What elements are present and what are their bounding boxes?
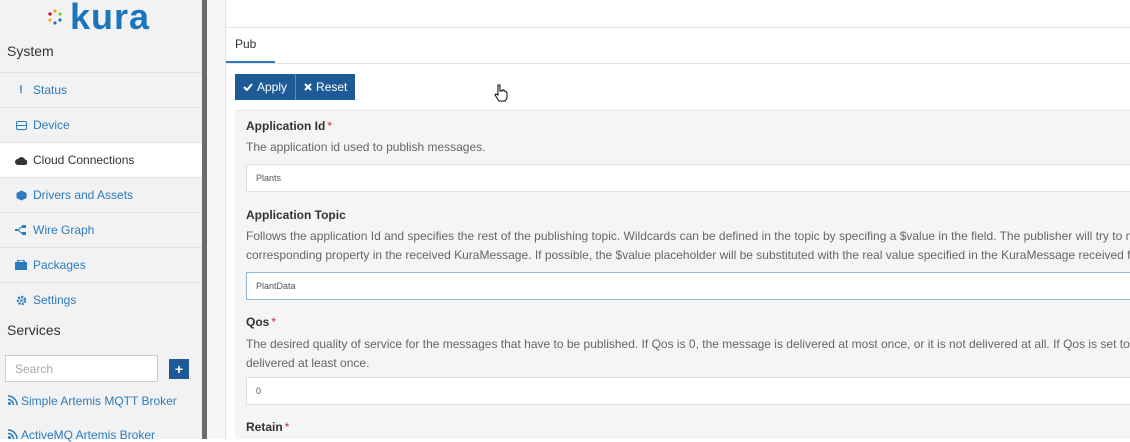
- main-panel: Pub Apply Reset Application Id * The appl…: [226, 0, 1130, 439]
- application-id-input[interactable]: Plants: [246, 164, 1130, 192]
- sidebar-item-label: Drivers and Assets: [33, 188, 134, 202]
- tab-divider: [226, 63, 1130, 64]
- add-service-button[interactable]: +: [169, 358, 189, 379]
- kura-logo: kura: [46, 0, 151, 37]
- sidebar-item-label: Settings: [33, 293, 77, 307]
- device-icon: [14, 120, 28, 130]
- top-bar: [226, 0, 1130, 28]
- sidebar-item-status[interactable]: ! Status: [0, 72, 202, 107]
- apply-button[interactable]: Apply: [235, 74, 296, 100]
- application-topic-input[interactable]: PlantData: [246, 272, 1130, 300]
- sidebar-item-label: Status: [33, 83, 68, 97]
- rss-icon: [7, 428, 18, 442]
- service-search-row: +: [5, 355, 195, 382]
- qos-input[interactable]: 0: [246, 377, 1130, 405]
- field-label-qos: Qos *: [246, 315, 276, 329]
- apply-label: Apply: [257, 80, 288, 94]
- sidebar: kura System ! Status Device Cloud Connec…: [0, 0, 202, 442]
- required-marker: *: [284, 420, 290, 434]
- field-description-line-2: delivered at least once.: [246, 356, 370, 370]
- field-label-application-id: Application Id *: [246, 119, 332, 133]
- system-section-title: System: [7, 43, 54, 59]
- packages-icon: [14, 260, 28, 270]
- drivers-icon: [14, 190, 28, 201]
- sidebar-item-wire-graph[interactable]: Wire Graph: [0, 212, 202, 247]
- gear-icon: [14, 295, 28, 306]
- field-description: Follows the application Id and specifies…: [246, 229, 1130, 243]
- services-section-title: Services: [7, 322, 61, 338]
- reset-button[interactable]: Reset: [295, 74, 356, 100]
- sidebar-item-drivers-and-assets[interactable]: Drivers and Assets: [0, 177, 202, 212]
- cloud-icon: [14, 156, 28, 165]
- sidebar-item-label: Cloud Connections: [33, 153, 135, 167]
- sidebar-item-device[interactable]: Device: [0, 107, 202, 142]
- sidebar-item-label: Device: [33, 118, 70, 132]
- sidebar-item-packages[interactable]: Packages: [0, 247, 202, 282]
- service-item-simple-artemis-mqtt-broker[interactable]: Simple Artemis MQTT Broker: [7, 394, 177, 408]
- search-input[interactable]: [5, 355, 158, 382]
- wire-graph-icon: [14, 225, 28, 235]
- field-label-text: Application Id: [246, 119, 326, 133]
- check-icon: [243, 83, 253, 91]
- required-marker: *: [327, 119, 333, 133]
- brand-name: kura: [70, 0, 151, 37]
- rss-icon: [7, 394, 18, 408]
- sidebar-item-label: Wire Graph: [33, 223, 95, 237]
- field-description: The application id used to publish messa…: [246, 140, 486, 154]
- field-label-retain: Retain *: [246, 420, 289, 434]
- tab-pub[interactable]: Pub: [235, 37, 256, 51]
- field-label-application-topic: Application Topic: [246, 208, 346, 222]
- hand-cursor-icon: [494, 84, 508, 102]
- config-form: Application Id * The application id used …: [235, 110, 1130, 439]
- field-label-text: Qos: [246, 315, 270, 329]
- required-marker: *: [271, 315, 277, 329]
- field-label-text: Application Topic: [246, 208, 346, 222]
- sidebar-item-cloud-connections[interactable]: Cloud Connections: [0, 142, 202, 177]
- sidebar-item-settings[interactable]: Settings: [0, 282, 202, 317]
- service-item-label: Simple Artemis MQTT Broker: [21, 394, 177, 408]
- exclamation-icon: !: [19, 84, 23, 96]
- field-description-line-2: corresponding property in the received K…: [246, 248, 1130, 262]
- reset-label: Reset: [316, 80, 348, 94]
- field-description: The desired quality of service for the m…: [246, 337, 1130, 351]
- system-nav: ! Status Device Cloud Connections Driver…: [0, 72, 202, 317]
- service-item-activemq-artemis-broker[interactable]: ActiveMQ Artemis Broker: [7, 428, 156, 442]
- close-icon: [304, 83, 312, 91]
- service-item-label: ActiveMQ Artemis Broker: [21, 428, 156, 442]
- action-buttons: Apply Reset: [235, 74, 356, 100]
- kura-logo-icon: [48, 9, 62, 25]
- sidebar-gutter: [207, 0, 226, 439]
- field-label-text: Retain: [246, 420, 283, 434]
- sidebar-item-label: Packages: [33, 258, 86, 272]
